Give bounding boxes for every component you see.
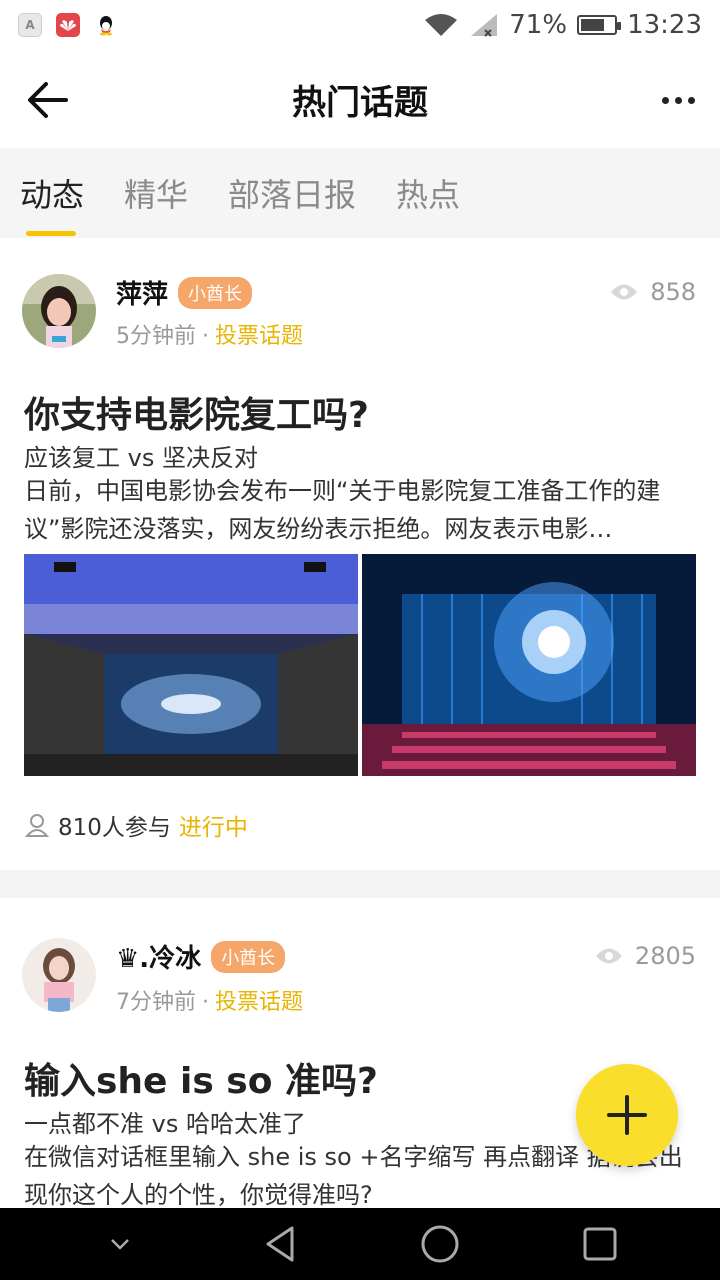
battery-percent: 71% — [509, 10, 568, 40]
square-recents-icon — [583, 1227, 617, 1261]
nav-recents-button[interactable] — [570, 1214, 630, 1274]
tab-label: 动态 — [20, 176, 85, 214]
eye-icon — [595, 948, 622, 964]
more-options-icon[interactable] — [656, 78, 700, 122]
eye-icon — [611, 284, 638, 300]
back-button[interactable] — [22, 74, 74, 126]
post-title[interactable]: 你支持电影院复工吗? — [24, 386, 369, 438]
app-a-icon: A — [18, 13, 42, 37]
page-title: 热门话题 — [292, 82, 428, 123]
topic-type-link[interactable]: 投票话题 — [215, 990, 303, 1015]
tab-label: 热点 — [396, 176, 461, 214]
view-count: 2805 — [595, 942, 696, 970]
rank-badge: 小酋长 — [211, 940, 286, 973]
cinema-hall-image[interactable] — [362, 554, 696, 776]
tab-featured[interactable]: 精华 — [124, 148, 188, 238]
meta-separator: · — [202, 324, 209, 349]
back-arrow-icon — [28, 82, 68, 118]
active-tab-indicator — [26, 231, 76, 236]
post-card[interactable]: 萍萍 小酋长 5分钟前 · 投票话题 858 你支持电影院复工吗? 应该复工 vs … — [0, 238, 720, 870]
vote-status: 进行中 — [178, 815, 248, 841]
username-text: 萍萍 — [116, 280, 169, 310]
vote-options: 一点都不准 vs 哈哈太准了 — [24, 1110, 306, 1138]
post-meta: 5分钟前 · 投票话题 — [116, 318, 303, 350]
topic-type-link[interactable]: 投票话题 — [215, 324, 303, 349]
meta-separator: · — [202, 990, 209, 1015]
view-count: 858 — [610, 278, 696, 306]
tab-hot[interactable]: 热点 — [396, 148, 460, 238]
status-bar: A 71% 13:23 — [0, 0, 720, 50]
post-title[interactable]: 输入she is so 准吗? — [24, 1052, 378, 1104]
system-nav-bar — [0, 1208, 720, 1280]
wifi-icon — [425, 14, 458, 36]
avatar[interactable] — [22, 938, 96, 1012]
participant-count: 810人参与 — [58, 815, 171, 841]
tab-dynamic[interactable]: 动态 — [20, 148, 84, 238]
more-dot — [661, 96, 669, 104]
post-images — [24, 554, 696, 776]
view-count-value: 858 — [650, 278, 696, 306]
post-excerpt[interactable]: 日前，中国电影协会发布一则“关于电影院复工准备工作的建议”影院还没落实，网友纷纷… — [24, 472, 696, 548]
username[interactable]: 萍萍 小酋长 — [116, 274, 253, 311]
rank-badge: 小酋长 — [178, 276, 253, 309]
avatar[interactable] — [22, 274, 96, 348]
tab-bar: 动态 精华 部落日报 热点 — [0, 148, 720, 238]
more-dot — [674, 96, 682, 104]
qq-icon — [94, 13, 118, 37]
nav-back-button[interactable] — [250, 1214, 310, 1274]
signal-icon — [471, 14, 498, 37]
plus-icon — [607, 1095, 647, 1135]
circle-home-icon — [421, 1225, 459, 1263]
tab-label: 精华 — [124, 176, 189, 214]
tab-tribe-daily[interactable]: 部落日报 — [228, 148, 356, 238]
person-icon — [24, 814, 50, 837]
vote-options: 应该复工 vs 坚决反对 — [24, 444, 258, 472]
post-time: 5分钟前 — [116, 324, 196, 349]
create-post-button[interactable] — [576, 1064, 678, 1166]
more-dot — [687, 96, 695, 104]
post-meta: 7分钟前 · 投票话题 — [116, 984, 303, 1016]
battery-level — [581, 19, 604, 31]
nav-collapse-button[interactable] — [90, 1214, 150, 1274]
post-time: 7分钟前 — [116, 990, 196, 1015]
screen: A 71% 13:23 热门话题 动态 精华 部落日报 热点 萍萍 小酋长 5分… — [0, 0, 720, 1280]
triangle-back-icon — [266, 1226, 294, 1262]
app-header: 热门话题 — [0, 50, 720, 148]
username[interactable]: ♛.冷冰 小酋长 — [116, 938, 286, 975]
tab-label: 部落日报 — [228, 176, 357, 214]
battery-icon — [577, 15, 622, 35]
cinema-screen-image[interactable] — [24, 554, 358, 776]
username-text: ♛.冷冰 — [116, 944, 202, 974]
chevron-down-icon — [111, 1239, 129, 1250]
clock: 13:23 — [627, 10, 702, 40]
nav-home-button[interactable] — [410, 1214, 470, 1274]
card-separator — [0, 870, 720, 898]
participation-info: 810人参与 进行中 — [24, 808, 248, 842]
view-count-value: 2805 — [634, 942, 696, 970]
huawei-icon — [56, 13, 80, 37]
